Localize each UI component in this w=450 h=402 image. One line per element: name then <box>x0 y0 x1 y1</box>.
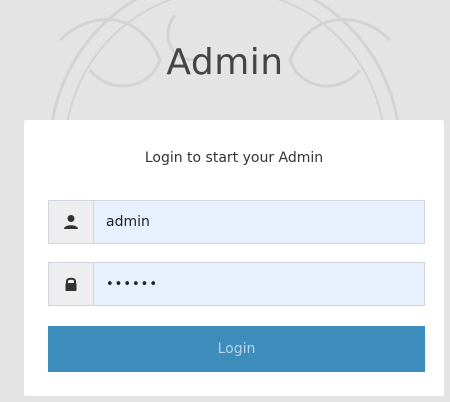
login-message: Login to start your Admin <box>144 150 324 166</box>
login-box: Login to start your Admin admin •••••• L… <box>24 120 444 396</box>
username-addon <box>49 201 94 243</box>
user-icon <box>64 215 78 229</box>
password-group: •••••• <box>48 262 425 306</box>
app-title: Admin <box>166 42 284 83</box>
password-addon <box>49 263 94 305</box>
username-input[interactable]: admin <box>94 201 424 243</box>
password-input[interactable]: •••••• <box>94 263 424 305</box>
username-group: admin <box>48 200 425 244</box>
login-button[interactable]: Login <box>48 326 425 372</box>
lock-icon <box>65 277 77 291</box>
